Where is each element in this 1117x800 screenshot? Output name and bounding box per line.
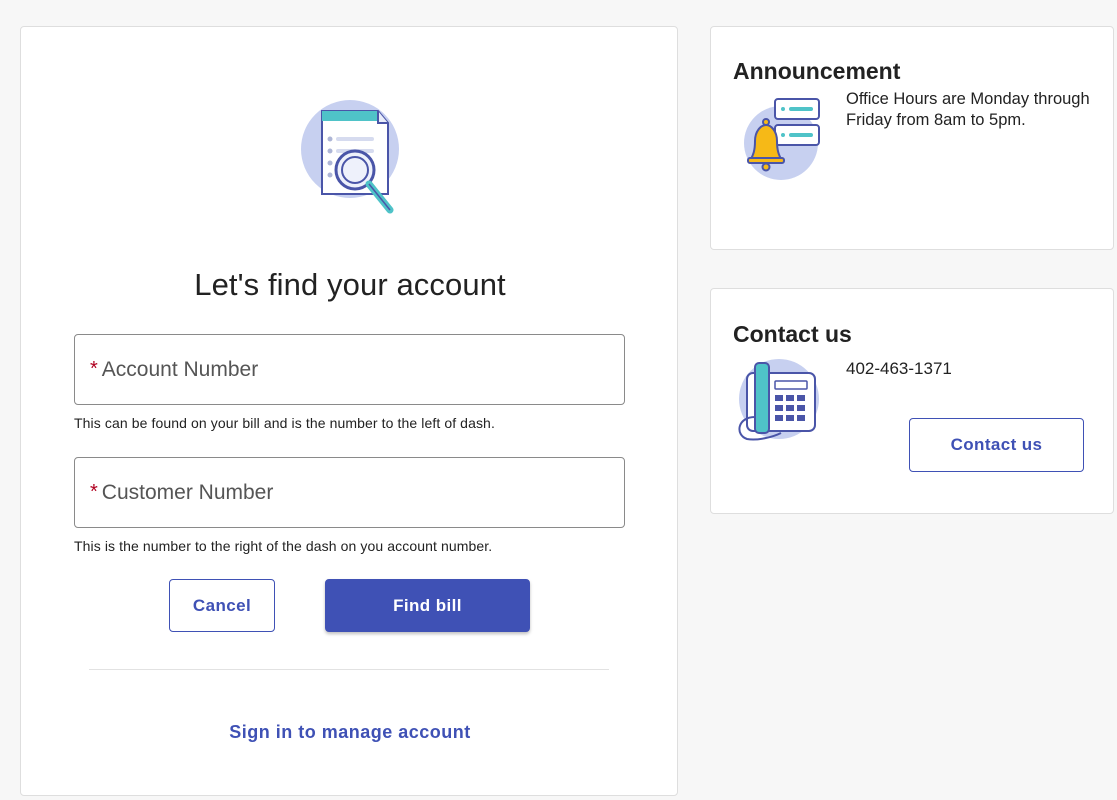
- find-bill-button[interactable]: Find bill: [325, 579, 530, 632]
- document-search-icon: [301, 100, 399, 214]
- announcement-title: Announcement: [733, 58, 901, 84]
- phone-number: 402-463-1371: [846, 359, 952, 378]
- announcement-card: Announcement Office Hours are Monday thr…: [710, 26, 1114, 250]
- account-number-input[interactable]: [75, 335, 624, 404]
- contact-title: Contact us: [733, 321, 852, 347]
- customer-number-helper: This is the number to the right of the d…: [74, 538, 493, 554]
- find-account-card: Let's find your account * Account Number…: [20, 26, 678, 796]
- account-number-field[interactable]: * Account Number: [74, 334, 625, 405]
- bell-notification-icon: [744, 98, 820, 180]
- divider: [89, 669, 609, 670]
- announcement-text: Office Hours are Monday through Friday f…: [846, 90, 1090, 129]
- page-title: Let's find your account: [194, 267, 506, 302]
- customer-number-input[interactable]: [75, 458, 624, 527]
- contact-card: Contact us 402-463-1371 Contact us: [710, 288, 1114, 514]
- cancel-button[interactable]: Cancel: [169, 579, 275, 632]
- sign-in-link[interactable]: Sign in to manage account: [21, 722, 679, 743]
- customer-number-field[interactable]: * Customer Number: [74, 457, 625, 528]
- contact-us-button[interactable]: Contact us: [909, 418, 1084, 472]
- desk-phone-icon: [738, 359, 819, 441]
- account-number-helper: This can be found on your bill and is th…: [74, 415, 495, 431]
